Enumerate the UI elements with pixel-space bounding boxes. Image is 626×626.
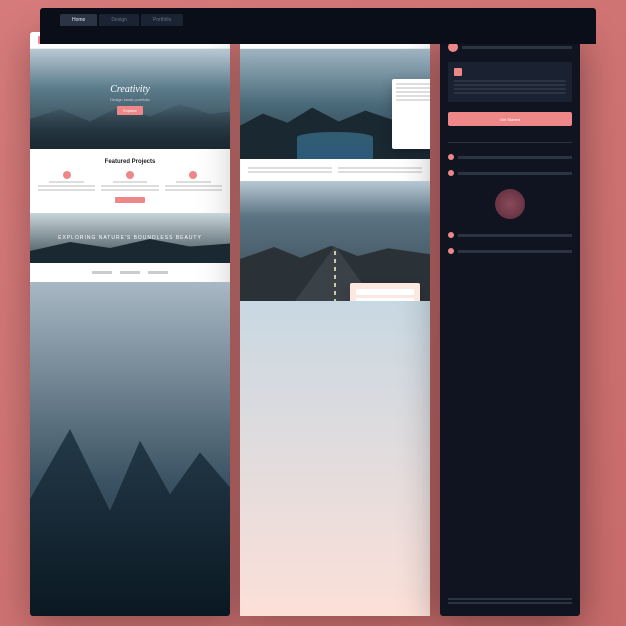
text-line <box>101 189 158 191</box>
text-line <box>448 598 572 600</box>
feature-card <box>101 171 158 191</box>
text-line <box>396 87 430 89</box>
accent-divider <box>115 197 145 203</box>
contact-form <box>350 283 420 301</box>
bullet-icon <box>448 248 454 254</box>
mockup-panel-dark: Get Started <box>440 32 580 616</box>
feature-icon <box>126 171 134 179</box>
hero-subtitle: Design studio portfolio <box>110 97 150 102</box>
username-line <box>462 46 572 49</box>
text-line <box>38 185 95 187</box>
content-col <box>338 167 422 173</box>
road-marking <box>334 251 336 301</box>
content-columns <box>248 167 422 173</box>
footer-link[interactable] <box>120 271 140 274</box>
text-line <box>248 167 332 169</box>
menu-item[interactable] <box>448 151 572 163</box>
text-line <box>49 181 83 183</box>
menu-label <box>458 234 572 237</box>
bullet-icon <box>448 170 454 176</box>
info-card <box>448 62 572 102</box>
text-line <box>396 91 430 93</box>
menu-label <box>458 156 572 159</box>
text-line <box>396 95 430 97</box>
footer-hero <box>30 282 230 616</box>
text-line <box>396 99 430 101</box>
feature-card <box>38 171 95 191</box>
browser-tab[interactable]: Design <box>99 14 139 26</box>
form-input[interactable] <box>356 298 414 301</box>
text-line <box>454 92 566 94</box>
hero-section: Creativity Design studio portfolio Explo… <box>30 49 230 149</box>
banner-text: EXPLORING NATURE'S BOUNDLESS BEAUTY <box>58 235 202 241</box>
bullet-icon <box>448 232 454 238</box>
text-line <box>448 602 572 604</box>
card-icon <box>454 68 462 76</box>
hero-image-road <box>240 181 430 301</box>
section-title: Featured Projects <box>38 159 222 165</box>
menu-item[interactable] <box>448 229 572 241</box>
features-section: Featured Projects <box>30 149 230 213</box>
menu-item[interactable] <box>448 245 572 257</box>
browser-chrome: Home Design Portfolio <box>40 8 596 44</box>
content-col <box>248 167 332 173</box>
footer-link[interactable] <box>148 271 168 274</box>
hero-cta-button[interactable]: Explore <box>117 106 143 115</box>
text-line <box>454 84 566 86</box>
browser-tab[interactable]: Home <box>60 14 97 26</box>
feature-card <box>165 171 222 191</box>
text-line <box>165 185 222 187</box>
text-line <box>176 181 210 183</box>
text-line <box>396 83 430 85</box>
mockup-showcase: Creativity Design studio portfolio Explo… <box>30 32 606 616</box>
text-line <box>248 171 332 173</box>
text-line <box>38 189 95 191</box>
badge-circle <box>495 189 525 219</box>
text-line <box>454 80 566 82</box>
feature-columns <box>38 171 222 191</box>
footer-link[interactable] <box>92 271 112 274</box>
mockup-panel-landing: Creativity Design studio portfolio Explo… <box>30 32 230 616</box>
bullet-icon <box>448 154 454 160</box>
content-section <box>240 159 430 181</box>
feature-icon <box>189 171 197 179</box>
menu-label <box>458 250 572 253</box>
feature-icon <box>63 171 71 179</box>
browser-tabs: Home Design Portfolio <box>40 8 596 26</box>
text-line <box>101 185 158 187</box>
browser-tab[interactable]: Portfolio <box>141 14 183 26</box>
gradient-footer <box>240 301 430 616</box>
menu-label <box>458 172 572 175</box>
hero-image-mountains <box>240 49 430 159</box>
text-line <box>113 181 147 183</box>
hero-title: Creativity <box>110 84 150 95</box>
floating-sidebar <box>392 79 430 149</box>
footer-nav <box>30 263 230 282</box>
form-input[interactable] <box>356 289 414 295</box>
panel-footer <box>448 598 572 606</box>
cta-button[interactable]: Get Started <box>448 112 572 126</box>
mockup-panel-center <box>240 32 430 616</box>
text-line <box>454 88 566 90</box>
text-line <box>338 171 422 173</box>
text-line <box>338 167 422 169</box>
menu-item[interactable] <box>448 167 572 179</box>
text-line <box>165 189 222 191</box>
banner-section: EXPLORING NATURE'S BOUNDLESS BEAUTY <box>30 213 230 263</box>
card-hero-wrap <box>240 32 430 159</box>
divider <box>448 142 572 143</box>
